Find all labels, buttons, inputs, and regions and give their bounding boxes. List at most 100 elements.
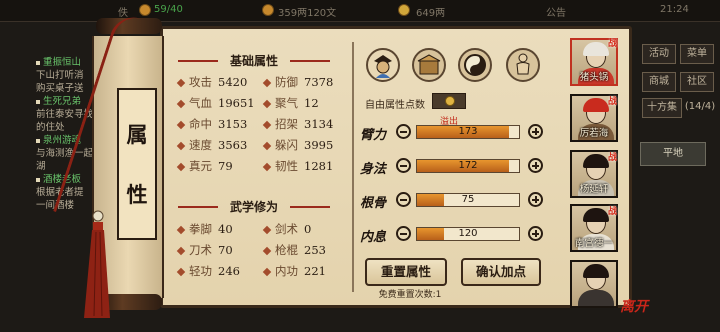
tab-skills[interactable] — [458, 48, 492, 82]
ground-button[interactable]: 平地 — [640, 142, 706, 166]
bar-value: 75 — [461, 194, 475, 205]
diamond-icon — [176, 99, 186, 109]
money-icon — [262, 4, 274, 16]
base-attrs-title: 基础属性 — [178, 53, 330, 69]
diamond-icon — [262, 141, 272, 151]
page-title-char: 属 — [126, 122, 148, 147]
location-count: (14/4) — [684, 101, 716, 112]
skill-blade: 刀术 70 — [176, 242, 233, 258]
box-icon — [417, 54, 441, 75]
party-member[interactable] — [570, 260, 618, 308]
plus-button[interactable] — [528, 226, 543, 241]
attr-name-constitution: 根骨 — [360, 196, 387, 211]
in-battle-tag: 战 — [608, 39, 618, 49]
attr-name-breath: 内息 — [360, 230, 387, 245]
diamond-icon — [262, 225, 272, 235]
diamond-icon — [262, 78, 272, 88]
tab-meridians[interactable] — [506, 48, 540, 82]
attr-name-agility: 身法 — [360, 162, 387, 177]
minus-button[interactable] — [396, 124, 411, 139]
location-button[interactable]: 十方集 — [642, 98, 682, 118]
stat-hp: 气血 19651 — [176, 95, 255, 111]
scholar-icon — [374, 55, 392, 78]
bar-value: 172 — [458, 160, 478, 171]
coin-icon — [445, 96, 455, 106]
stamina-icon — [139, 4, 151, 16]
confirm-points-button[interactable]: 确认加点 — [461, 258, 541, 286]
party-member-name: 杨延轩 — [579, 184, 609, 195]
skill-inner: 内功 221 — [262, 263, 326, 279]
money-value: 359两120文 — [278, 8, 337, 19]
diamond-icon — [262, 120, 272, 130]
gold-icon — [398, 4, 410, 16]
page-title: 属 性 — [117, 88, 157, 240]
bullet-icon — [36, 60, 40, 65]
plus-button[interactable] — [528, 192, 543, 207]
stat-speed: 速度 3563 — [176, 137, 247, 153]
stat-defense: 防御 7378 — [262, 74, 333, 90]
agility-bar: 172 — [416, 159, 520, 173]
minus-button[interactable] — [396, 158, 411, 173]
portrait-hair — [583, 264, 609, 278]
portrait-body — [578, 290, 614, 306]
diamond-icon — [176, 246, 186, 256]
stat-dodge: 躲闪 3995 — [262, 137, 333, 153]
gold-value: 649两 — [416, 8, 446, 19]
free-points-label: 自由属性点数 — [365, 100, 425, 111]
in-battle-tag: 战 — [608, 153, 618, 163]
plus-button[interactable] — [528, 124, 543, 139]
portrait-hair — [583, 42, 609, 56]
player-tag: 佚 — [118, 8, 128, 19]
body-icon — [516, 53, 530, 75]
stat-qi: 聚气 12 — [262, 95, 319, 111]
skill-spear: 枪棍 253 — [262, 242, 326, 258]
tab-equipment[interactable] — [412, 48, 446, 82]
shop-button[interactable]: 商城 — [642, 72, 676, 92]
activity-button[interactable]: 活动 — [642, 44, 676, 64]
minus-button[interactable] — [396, 192, 411, 207]
strength-bar: 173 — [416, 125, 520, 139]
portrait-hair — [583, 154, 609, 168]
diamond-icon — [176, 162, 186, 172]
stat-hit: 命中 3153 — [176, 116, 247, 132]
party-member-name: 猪头锅 — [579, 72, 609, 83]
bar-value: 120 — [458, 228, 478, 239]
stat-true-qi: 真元 79 — [176, 158, 233, 174]
announcement-button[interactable]: 公告 — [546, 4, 566, 19]
skill-lightness: 轻功 246 — [176, 263, 240, 279]
diamond-icon — [176, 120, 186, 130]
plus-button[interactable] — [528, 158, 543, 173]
diamond-icon — [176, 225, 186, 235]
breath-bar: 120 — [416, 227, 520, 241]
panel-divider — [352, 42, 354, 292]
diamond-icon — [262, 267, 272, 277]
santa-hat-icon — [583, 98, 609, 112]
bullet-icon — [36, 138, 40, 143]
in-battle-tag: 战 — [608, 207, 618, 217]
portrait-hair — [583, 208, 609, 222]
bullet-icon — [36, 99, 40, 104]
skill-sword: 剑术 0 — [262, 221, 311, 237]
attr-name-strength: 臂力 — [360, 128, 387, 143]
minus-button[interactable] — [396, 226, 411, 241]
close-button[interactable]: 离开 — [620, 296, 648, 316]
stat-attack: 攻击 5420 — [176, 74, 247, 90]
stat-parry: 招架 3134 — [262, 116, 333, 132]
reset-attributes-button[interactable]: 重置属性 — [365, 258, 447, 286]
diamond-icon — [262, 162, 272, 172]
free-reset-count: 免费重置次数:1 — [378, 290, 442, 300]
bar-value: 173 — [458, 126, 478, 137]
yinyang-icon — [464, 54, 486, 76]
constitution-bar: 75 — [416, 193, 520, 207]
in-battle-tag: 战 — [608, 97, 618, 107]
tab-attributes[interactable] — [366, 48, 400, 82]
free-points-box — [432, 93, 466, 109]
skill-fist: 拳脚 40 — [176, 221, 233, 237]
community-button[interactable]: 社区 — [680, 72, 714, 92]
party-member-name: 南宫德一 — [574, 238, 613, 249]
menu-button[interactable]: 菜单 — [680, 44, 714, 64]
diamond-icon — [262, 246, 272, 256]
diamond-icon — [176, 78, 186, 88]
stat-tenacity: 韧性 1281 — [262, 158, 333, 174]
tassel-icon — [84, 210, 110, 318]
